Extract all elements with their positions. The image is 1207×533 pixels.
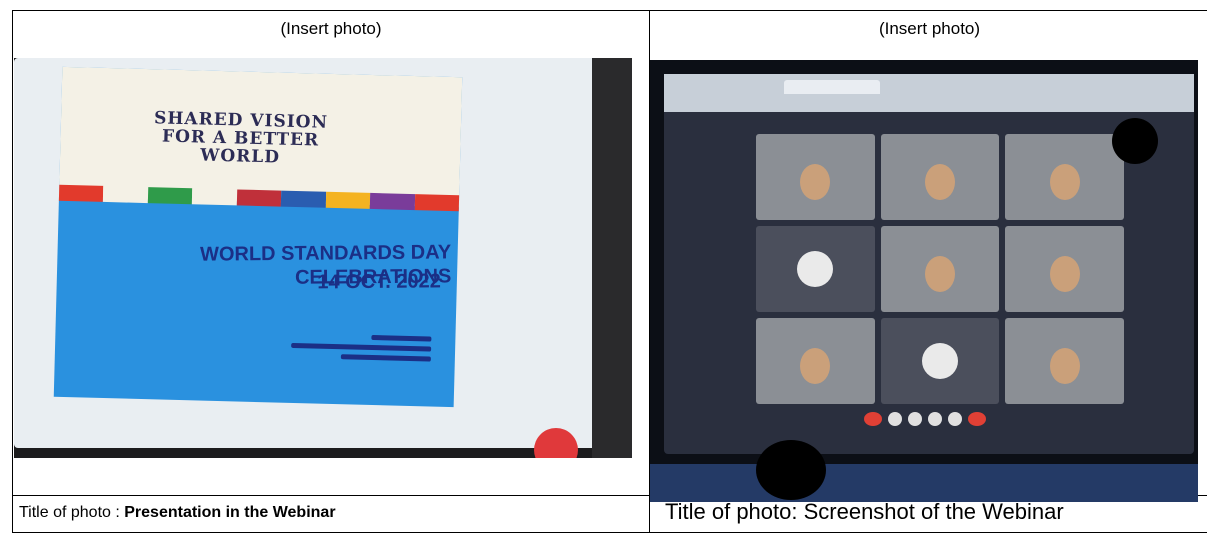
browser-bar [664,74,1194,112]
caption-title: Presentation in the Webinar [124,504,336,521]
caption-prefix: Title of photo : [19,504,125,521]
mic-icon [888,412,902,426]
participant-tile [756,226,875,312]
presentation-photo: SHARED VISION FOR A BETTER WORLD WORLD S… [14,58,632,458]
meeting-controls [864,412,986,426]
left-caption: Title of photo : Presentation in the Web… [19,504,336,522]
participant-grid [756,134,1124,404]
participant-tile [880,134,1000,220]
participant-tile [1005,134,1124,220]
slide-date: 14 OCT. 2022 [317,270,441,294]
participant-tile [880,318,1000,404]
right-caption: Title of photo: Screenshot of the Webina… [665,499,1064,524]
right-insert-label: (Insert photo) [878,19,981,38]
leave-icon [968,412,986,426]
participant-tile [1005,226,1124,312]
participant-tile [1005,318,1124,404]
left-insert-label: (Insert photo) [280,19,382,38]
presentation-slide: SHARED VISION FOR A BETTER WORLD WORLD S… [53,66,463,408]
monitor-screen: SHARED VISION FOR A BETTER WORLD WORLD S… [14,58,614,448]
participant-tile [756,134,875,220]
taskbar [650,464,1198,502]
browser-tab [784,80,880,94]
participant-tile [756,318,875,404]
camera-obstruction [756,440,826,500]
end-call-icon [864,412,882,426]
slide-headline: SHARED VISION FOR A BETTER WORLD [153,108,329,168]
participant-tile [880,226,1000,312]
webinar-screenshot-photo [650,60,1198,502]
camera-icon [908,412,922,426]
slide-presenter-block [280,328,432,382]
screen-bezel [592,58,632,458]
camera-obstruction [1112,118,1158,164]
more-icon [948,412,962,426]
share-icon [928,412,942,426]
